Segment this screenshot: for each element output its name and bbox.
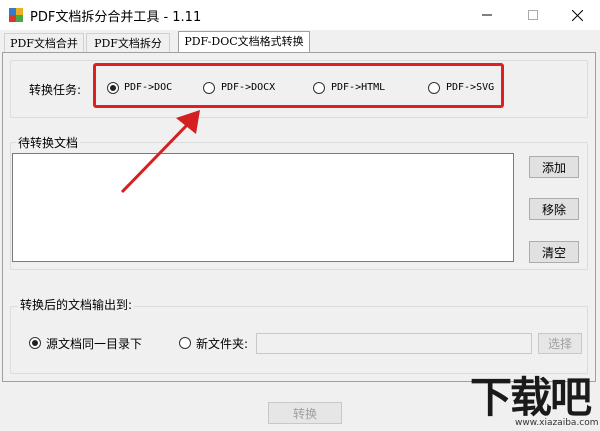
annotation-arrow (120, 110, 200, 194)
watermark-url: www.xiazaiba.com (515, 418, 599, 428)
app-window: PDF文档拆分合并工具 - 1.11 PDF文档合并 PDF文档拆分 PDF-D… (0, 0, 600, 431)
watermark-logo: 下载吧 (470, 373, 592, 422)
